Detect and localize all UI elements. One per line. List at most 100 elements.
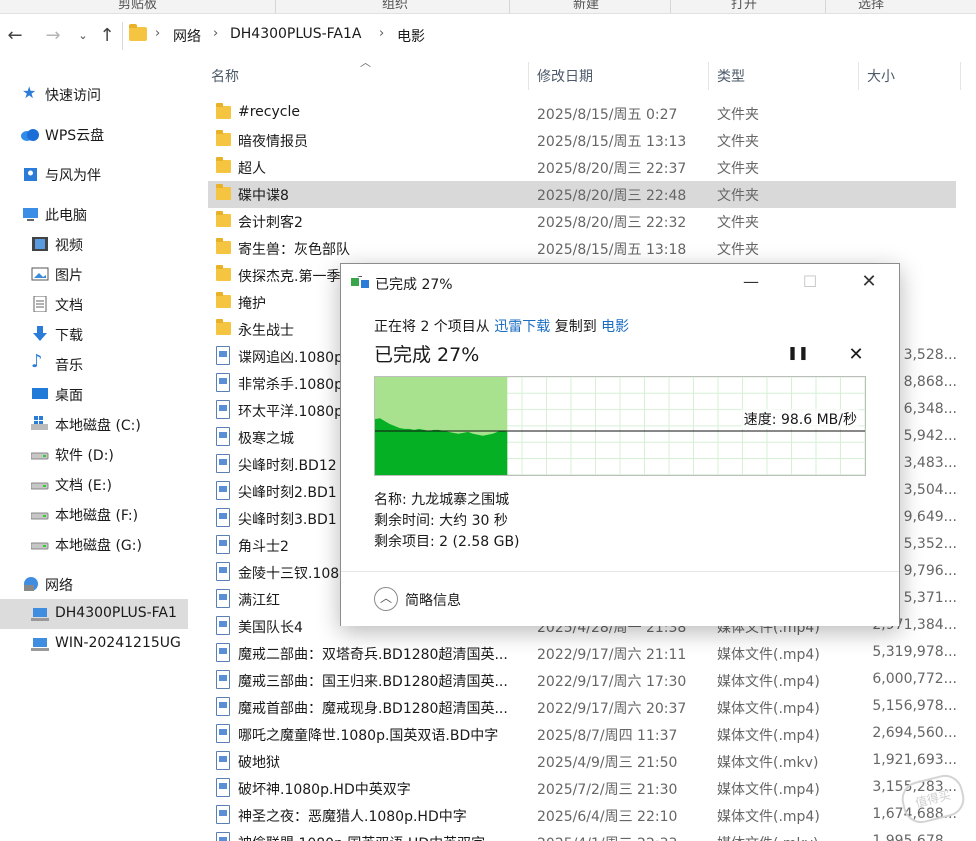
sidebar-item-wps-cloud[interactable]: WPS云盘 [0, 119, 188, 149]
drive-icon [30, 506, 49, 522]
media-file-icon [216, 400, 230, 419]
sort-ascending-icon: ︿ [360, 56, 371, 69]
file-date: 2025/8/7/周四 11:37 [537, 728, 678, 744]
cloud-icon [20, 126, 39, 142]
folder-row[interactable]: 寄生兽：灰色部队 2025/8/15/周五 13:18 文件夹 [208, 235, 956, 262]
file-name: 魔戒首部曲：魔戒现身.BD1280超清国英... [238, 701, 508, 717]
file-date: 2025/4/9/周三 21:50 [537, 755, 678, 771]
column-date[interactable]: 修改日期 [537, 66, 593, 86]
music-icon: ♪ [31, 351, 43, 372]
folder-icon [216, 130, 231, 146]
cancel-copy-button[interactable]: ✕ [845, 344, 867, 366]
breadcrumb-network[interactable]: 网络 [173, 26, 201, 46]
sidebar-item-quick-access[interactable]: ★ 快速访问 [0, 79, 188, 109]
file-name: 神圣之夜：恶魔猎人.1080p.HD中字 [238, 809, 467, 825]
sidebar-item-this-pc[interactable]: 此电脑 [0, 199, 188, 229]
column-type[interactable]: 类型 [717, 66, 745, 86]
chevron-right-icon[interactable]: › [379, 26, 384, 41]
file-row[interactable]: 破地狱 2025/4/9/周三 21:50 媒体文件(.mkv) 1,921,693.… [208, 748, 957, 775]
drive-icon [30, 446, 49, 462]
media-file-icon [216, 508, 230, 527]
file-date: 2025/8/20/周三 22:32 [537, 215, 687, 231]
column-size[interactable]: 大小 [867, 66, 895, 86]
file-row[interactable]: 神圣之夜：恶魔猎人.1080p.HD中字 2025/6/4/周三 22:10 媒体文… [208, 802, 957, 829]
file-date: 2025/8/15/周五 13:18 [537, 242, 687, 258]
arrow-left-icon[interactable]: ← [4, 24, 26, 48]
folder-row[interactable]: 暗夜情报员 2025/8/15/周五 13:13 文件夹 [208, 127, 956, 154]
file-date: 2022/9/17/周六 20:37 [537, 701, 687, 717]
chevron-right-icon[interactable]: › [155, 26, 160, 41]
sidebar-item-drive-e[interactable]: 文档 (E:) [0, 469, 188, 499]
sidebar-item-drive-d[interactable]: 软件 (D:) [0, 439, 188, 469]
file-row[interactable]: 破坏神.1080p.HD中英双字 2025/7/2/周三 21:30 媒体文件(.m… [208, 775, 957, 802]
arrow-up-icon[interactable]: ↑ [96, 24, 118, 48]
file-name: 寄生兽：灰色部队 [238, 242, 350, 258]
download-icon [31, 326, 49, 342]
folder-icon [216, 103, 231, 119]
maximize-icon[interactable]: ☐ [790, 270, 830, 294]
ribbon-group-clipboard: 剪贴板 [118, 0, 158, 12]
breadcrumb-movies[interactable]: 电影 [397, 26, 425, 46]
sidebar-item-nas[interactable]: DH4300PLUS-FA1 [0, 599, 188, 629]
file-row[interactable]: 魔戒首部曲：魔戒现身.BD1280超清国英... 2022/9/17/周六 20:… [208, 694, 957, 721]
sidebar-item-pictures[interactable]: 图片 [0, 259, 188, 289]
sidebar-item-label: 网络 [45, 578, 73, 594]
media-file-icon [216, 616, 230, 635]
file-row[interactable]: 神偷联盟.1080p.国英双语.HD中英双字 2025/4/1/周二 22:33 媒… [208, 829, 957, 841]
file-row[interactable]: 魔戒三部曲：国王归来.BD1280超清国英... 2022/9/17/周六 17:… [208, 667, 957, 694]
pause-icon[interactable]: ❚❚ [787, 346, 809, 366]
sidebar-item-user[interactable]: 与风为伴 [0, 159, 188, 189]
chevron-up-icon[interactable]: ︿ [374, 587, 398, 611]
folder-icon [216, 184, 231, 200]
arrow-right-icon[interactable]: → [42, 24, 64, 48]
close-icon[interactable]: ✕ [849, 270, 889, 294]
media-file-icon [216, 562, 230, 581]
folder-row[interactable]: 碟中谍8 2025/8/20/周三 22:48 文件夹 [208, 181, 956, 208]
sidebar-item-drive-c[interactable]: 本地磁盘 (C:) [0, 409, 188, 439]
sidebar-item-downloads[interactable]: 下载 [0, 319, 188, 349]
file-name: 魔戒二部曲：双塔奇兵.BD1280超清国英... [238, 647, 508, 663]
column-divider[interactable] [708, 62, 709, 90]
file-row[interactable]: 哪吒之魔童降世.1080p.国英双语.BD中字 2025/8/7/周四 11:37… [208, 721, 957, 748]
media-file-icon [216, 589, 230, 608]
source-link[interactable]: 迅雷下载 [494, 319, 550, 335]
column-divider[interactable] [858, 62, 859, 90]
folder-row[interactable]: 超人 2025/8/20/周三 22:37 文件夹 [208, 154, 956, 181]
breadcrumb-nas[interactable]: DH4300PLUS-FA1A [230, 26, 362, 42]
sidebar-item-drive-g[interactable]: 本地磁盘 (G:) [0, 529, 188, 559]
file-row[interactable]: 魔戒二部曲：双塔奇兵.BD1280超清国英... 2022/9/17/周六 21:… [208, 640, 957, 667]
sidebar-item-label: WIN-20241215UG [55, 635, 181, 651]
sidebar-item-documents[interactable]: 文档 [0, 289, 188, 319]
folder-icon [129, 24, 147, 41]
address-bar[interactable]: › 网络 › DH4300PLUS-FA1A › 电影 [122, 22, 976, 50]
media-file-icon [216, 427, 230, 446]
file-type: 媒体文件(.mkv) [717, 833, 818, 841]
sidebar-item-label: 软件 (D:) [55, 448, 114, 464]
copy-progress-dialog: 已完成 27% — ☐ ✕ 正在将 2 个项目从 迅雷下载 复制到 电影 已完成… [340, 263, 900, 626]
sidebar-item-drive-f[interactable]: 本地磁盘 (F:) [0, 499, 188, 529]
file-name: 魔戒三部曲：国王归来.BD1280超清国英... [238, 674, 508, 690]
sidebar-item-desktop[interactable]: 桌面 [0, 379, 188, 409]
media-file-icon [216, 778, 230, 797]
sidebar-item-music[interactable]: ♪ 音乐 [0, 349, 188, 379]
file-type: 媒体文件(.mp4) [717, 647, 820, 663]
folder-row[interactable]: 会计刺客2 2025/8/20/周三 22:32 文件夹 [208, 208, 956, 235]
column-name[interactable]: 名称 [211, 66, 239, 86]
sidebar-item-videos[interactable]: 视频 [0, 229, 188, 259]
sidebar-item-network[interactable]: 网络 [0, 569, 188, 599]
column-divider[interactable] [528, 62, 529, 90]
dialog-titlebar[interactable]: 已完成 27% — ☐ ✕ [341, 264, 899, 300]
sidebar-item-win-pc[interactable]: WIN-20241215UG [0, 629, 188, 659]
folder-row[interactable]: #recycle 2025/8/15/周五 0:27 文件夹 [208, 100, 956, 127]
file-name: 破地狱 [238, 755, 280, 771]
chevron-right-icon[interactable]: › [213, 26, 218, 41]
destination-link[interactable]: 电影 [601, 319, 629, 335]
sidebar-item-label: 本地磁盘 (G:) [55, 538, 142, 554]
chevron-down-icon[interactable]: ⌄ [72, 24, 94, 48]
file-type: 文件夹 [717, 161, 759, 177]
column-divider[interactable] [960, 62, 961, 90]
fewer-details-button[interactable]: 简略信息 [405, 590, 461, 610]
file-date: 2025/8/20/周三 22:48 [537, 188, 687, 204]
file-size: 6,000,772... [872, 671, 957, 687]
minimize-icon[interactable]: — [731, 270, 771, 294]
